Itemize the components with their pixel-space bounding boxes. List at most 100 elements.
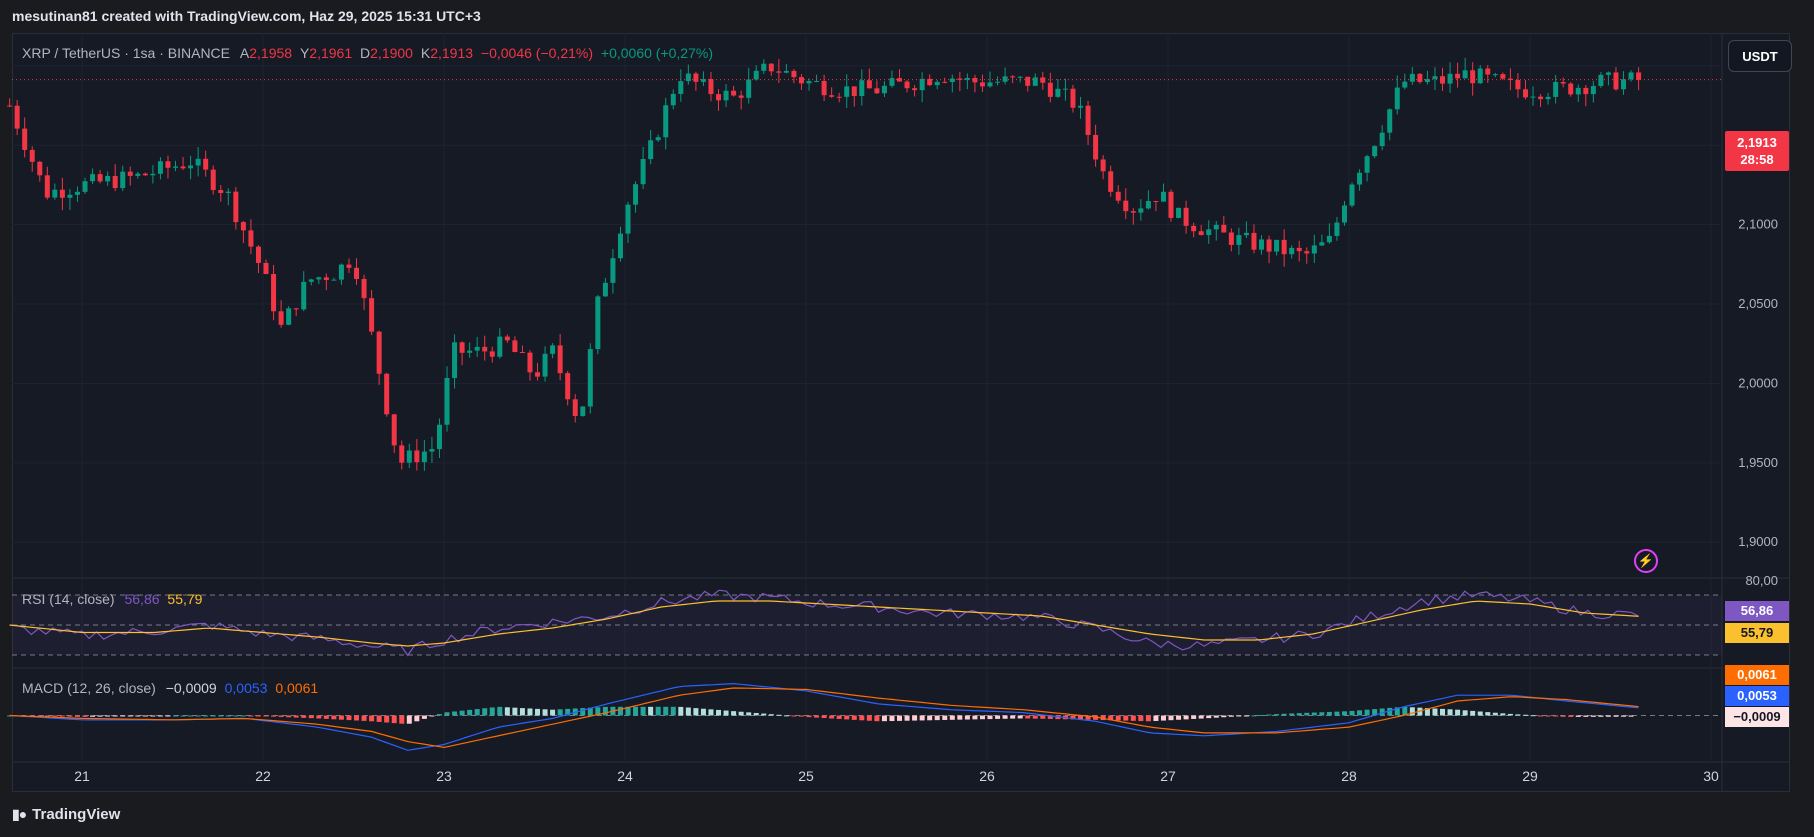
macd-histogram-bar [482, 708, 488, 716]
candle-body [512, 340, 518, 353]
candle-body [587, 349, 593, 407]
candle-body [44, 175, 50, 198]
candle-body [663, 105, 669, 138]
rsi-ma-tag: 55,79 [1725, 623, 1789, 643]
macd-histogram-bar [1590, 715, 1596, 717]
open-value: 2,1958 [249, 45, 293, 61]
macd-histogram-bar [957, 715, 963, 720]
candle-body [987, 82, 993, 87]
candle-body [844, 86, 850, 97]
candle-body [1145, 201, 1151, 209]
macd-histogram-bar [1296, 713, 1302, 716]
macd-histogram-bar [519, 708, 525, 716]
candle-body [1605, 72, 1611, 75]
macd-histogram-bar [338, 715, 344, 720]
macd-histogram-bar [1010, 715, 1016, 719]
candle-body [233, 191, 239, 223]
candle-body [195, 158, 201, 166]
candle-body [1568, 83, 1574, 95]
candle-body [1432, 76, 1438, 80]
candle-body [82, 181, 88, 192]
candle-body [301, 281, 307, 310]
macd-histogram-bar [414, 715, 420, 722]
candle-body [444, 377, 450, 425]
macd-histogram-bar [452, 711, 458, 716]
macd-histogram-bar [1349, 710, 1355, 716]
candle-body [112, 175, 118, 189]
macd-histogram-bar [746, 712, 752, 716]
macd-histogram-bar [670, 706, 676, 716]
macd-histogram-bar [1002, 715, 1008, 719]
candle-body [1590, 86, 1596, 95]
macd-histogram-bar [1492, 712, 1498, 716]
macd-histogram-bar [331, 715, 337, 720]
macd-histogram-bar [942, 715, 948, 720]
macd-histogram-bar [489, 707, 495, 716]
symbol-label[interactable]: XRP / TetherUS · 1sa · BINANCE [22, 45, 230, 61]
close-value: 2,1913 [430, 45, 474, 61]
candle-body [806, 81, 812, 84]
candle-body [798, 77, 804, 84]
candle-body [866, 80, 872, 89]
macd-histogram-bar [829, 715, 835, 719]
macd-histogram-bar [1409, 707, 1415, 716]
rsi-upper-level-label: 80,00 [1745, 573, 1778, 588]
candle-body [165, 161, 171, 168]
candle-body [829, 95, 835, 97]
macd-histogram-bar [1628, 715, 1634, 717]
candle-body [1402, 81, 1408, 88]
candle-body [188, 165, 194, 169]
macd-histogram-bar [1160, 715, 1166, 721]
candle-body [180, 166, 186, 169]
candle-body [874, 88, 880, 94]
candle-body [1010, 76, 1016, 78]
macd-histogram-bar [783, 715, 789, 717]
time-tick-label: 29 [1522, 768, 1538, 784]
candle-body [783, 70, 789, 73]
macd-histogram-bar [112, 715, 118, 717]
candle-body [52, 189, 58, 198]
macd-histogram-bar [866, 715, 872, 721]
candle-body [1530, 96, 1536, 98]
candle-body [1206, 229, 1212, 236]
candle-body [640, 159, 646, 185]
currency-button[interactable]: USDT [1728, 40, 1792, 72]
candle-body [316, 277, 322, 280]
candle-body [580, 406, 586, 416]
candle-body [1553, 81, 1559, 97]
macd-histogram-bar [150, 715, 156, 717]
candle-body [278, 311, 284, 325]
macd-histogram-bar [218, 715, 224, 717]
candle-body [602, 282, 608, 297]
time-tick-label: 22 [255, 768, 271, 784]
flash-icon[interactable]: ⚡ [1634, 549, 1658, 573]
candle-body [429, 449, 435, 452]
candle-body [1357, 172, 1363, 185]
candle-body [1515, 79, 1521, 90]
candle-body [1477, 68, 1483, 84]
candle-body [957, 78, 963, 80]
macd-histogram-bar [157, 715, 163, 717]
macd-histogram-bar [1183, 715, 1189, 720]
last-price-tag: 2,1913 28:58 [1725, 131, 1789, 171]
candle-body [746, 79, 752, 98]
macd-histogram-bar [806, 715, 812, 718]
low-value: 2,1900 [370, 45, 413, 61]
candle-body [1326, 235, 1332, 243]
macd-histogram-bar [1191, 715, 1197, 719]
macd-histogram-bar [474, 709, 480, 716]
macd-histogram-bar [1598, 715, 1604, 717]
macd-label[interactable]: MACD (12, 26, close) [22, 680, 156, 696]
macd-histogram-bar [263, 715, 269, 717]
macd-histogram-bar [346, 715, 352, 721]
candle-body [527, 352, 533, 373]
candle-body [942, 81, 948, 83]
macd-histogram-bar [1274, 714, 1280, 716]
candle-body [1138, 208, 1144, 213]
rsi-label[interactable]: RSI (14, close) [22, 591, 115, 607]
chart-canvas[interactable]: 212223242526272829302,20002,15002,10002,… [0, 0, 1814, 837]
macd-histogram-bar [1213, 715, 1219, 718]
brand[interactable]: ▮● TradingView [12, 806, 120, 823]
candle-body [474, 346, 480, 351]
macd-histogram-bar [1583, 715, 1589, 717]
